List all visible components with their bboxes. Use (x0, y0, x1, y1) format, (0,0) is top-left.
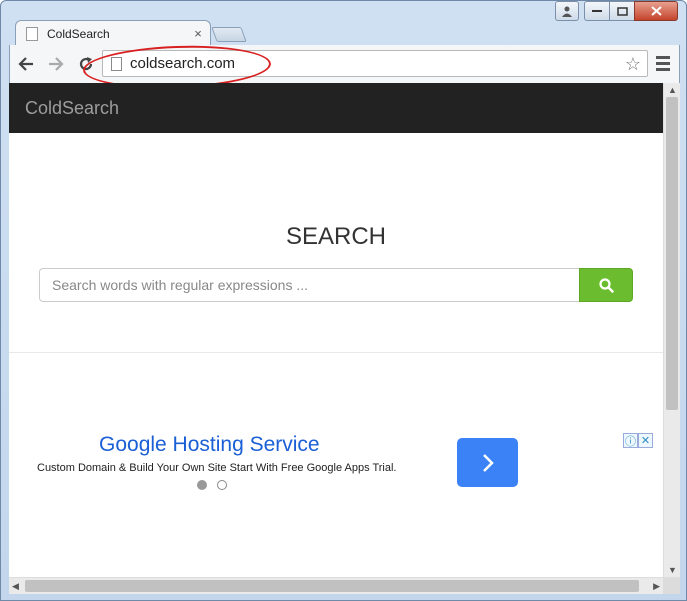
close-tab-icon[interactable]: × (190, 26, 206, 41)
tab-coldsearch[interactable]: ColdSearch × (15, 20, 211, 46)
horizontal-scrollbar[interactable]: ◀ ▶ (9, 577, 663, 594)
ad-info-icon[interactable]: ⓘ (623, 433, 638, 448)
search-button[interactable] (579, 268, 633, 302)
page-title: SEARCH (285, 223, 387, 250)
ad-choices: ⓘ ✕ (623, 433, 653, 448)
ad-arrow-button[interactable] (457, 438, 518, 487)
carousel-dot[interactable] (197, 480, 207, 490)
user-profile-icon[interactable] (555, 1, 579, 21)
page-icon (111, 56, 122, 71)
scroll-right-icon[interactable]: ▶ (653, 581, 660, 592)
page-viewport: ColdSearch SEARCH Google Hosting Service… (9, 83, 663, 577)
ad-banner: Google Hosting Service Custom Domain & B… (29, 433, 655, 493)
forward-icon[interactable] (46, 54, 66, 74)
scroll-down-icon[interactable]: ▼ (668, 565, 677, 575)
search-input[interactable] (39, 268, 579, 302)
back-icon[interactable] (16, 54, 36, 74)
search-form (39, 268, 633, 302)
horizontal-scroll-thumb[interactable] (25, 580, 639, 592)
scroll-up-icon[interactable]: ▲ (668, 85, 677, 95)
url-text[interactable]: coldsearch.com (130, 55, 235, 72)
maximize-button[interactable] (609, 1, 635, 21)
tab-title: ColdSearch (47, 26, 110, 41)
divider (9, 352, 663, 353)
site-brand[interactable]: ColdSearch (25, 98, 119, 119)
window-controls (555, 1, 678, 21)
address-bar[interactable]: coldsearch.com ☆ (102, 50, 648, 77)
browser-toolbar: coldsearch.com ☆ (9, 45, 680, 83)
page-icon (26, 26, 38, 41)
carousel-dots (197, 480, 237, 490)
ad-close-icon[interactable]: ✕ (638, 433, 653, 448)
ad-title[interactable]: Google Hosting Service (99, 433, 320, 457)
menu-icon[interactable] (656, 56, 670, 74)
vertical-scrollbar[interactable]: ▲ ▼ (663, 83, 680, 577)
browser-window: ColdSearch × coldsearch.com ☆ ColdSearch… (0, 0, 687, 601)
ad-description: Custom Domain & Build Your Own Site Star… (37, 462, 397, 474)
scroll-left-icon[interactable]: ◀ (12, 581, 19, 592)
close-window-button[interactable] (634, 1, 678, 21)
scrollbar-corner (663, 577, 680, 594)
bookmark-star-icon[interactable]: ☆ (625, 54, 641, 75)
vertical-scroll-thumb[interactable] (666, 97, 678, 410)
minimize-button[interactable] (584, 1, 610, 21)
carousel-dot[interactable] (217, 480, 227, 490)
site-navbar: ColdSearch (9, 83, 663, 133)
reload-icon[interactable] (76, 54, 96, 74)
new-tab-button[interactable] (211, 27, 247, 42)
search-icon (598, 277, 614, 293)
chevron-right-icon (482, 453, 494, 472)
